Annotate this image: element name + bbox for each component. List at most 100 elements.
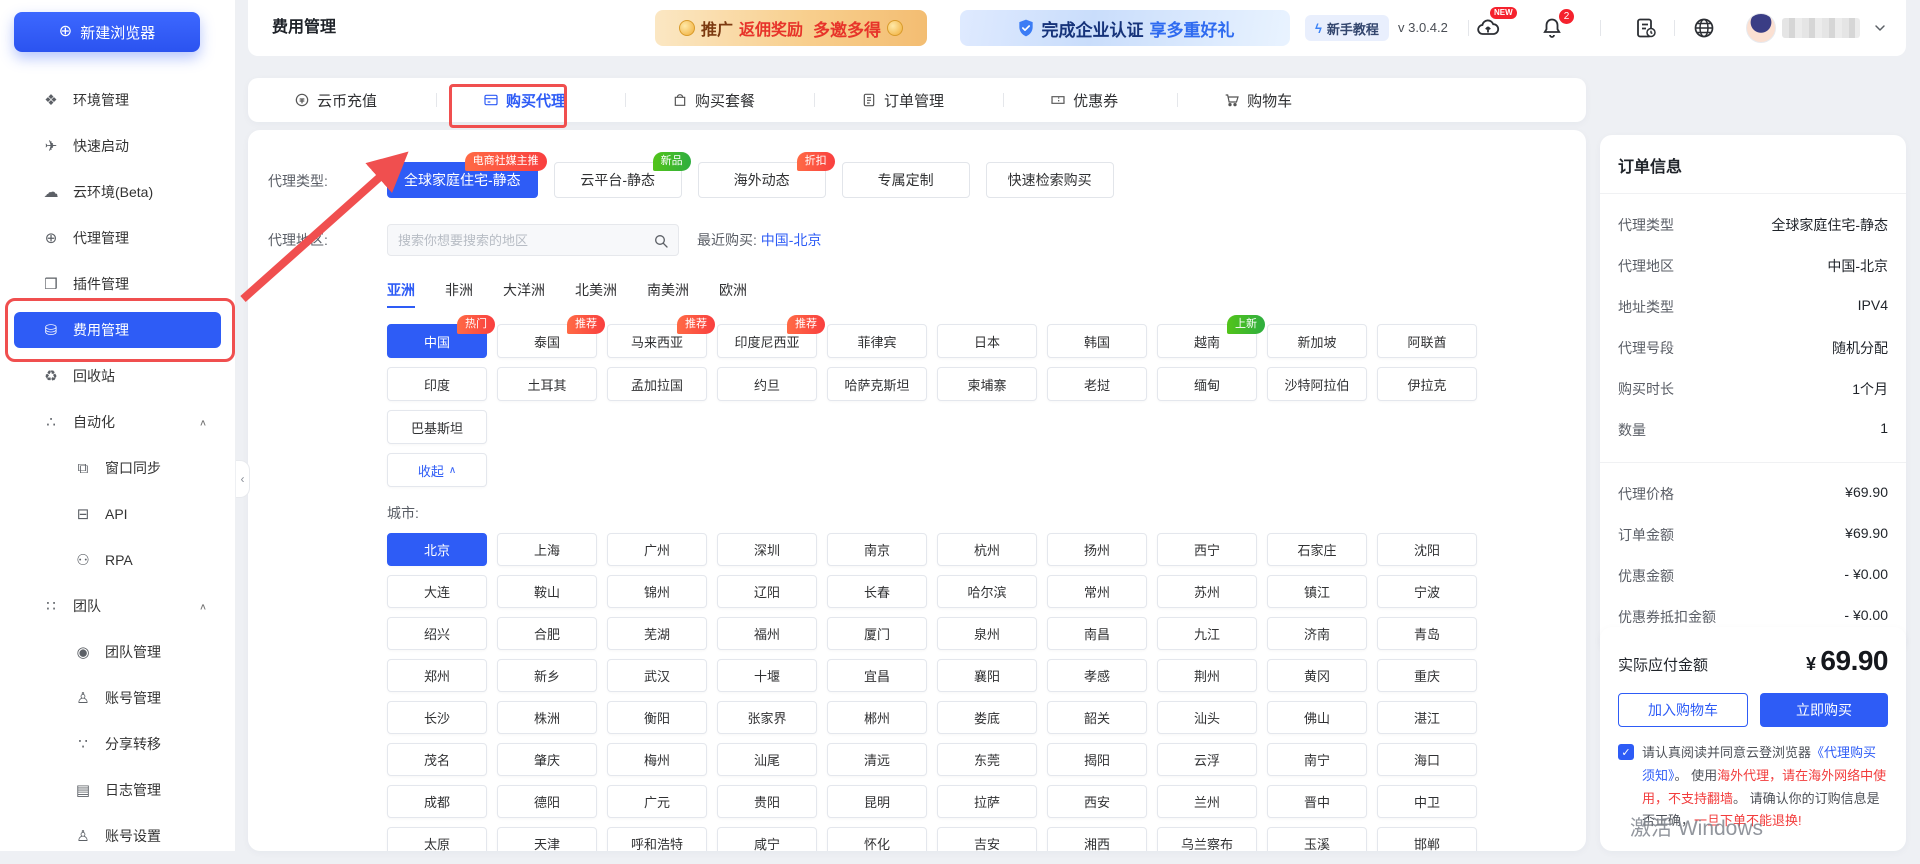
country-button[interactable]: 约旦 [717,367,817,401]
bell-icon[interactable]: 2 [1540,9,1574,42]
country-button[interactable]: 缅甸 [1157,367,1257,401]
enterprise-cert-banner[interactable]: 完成企业认证 享多重好礼 [960,10,1290,46]
city-button[interactable]: 新乡 [497,659,597,692]
city-button[interactable]: 南京 [827,533,927,566]
city-button[interactable]: 鞍山 [497,575,597,608]
sidebar-item[interactable]: ∴ 自动化 ∧ [14,404,221,440]
country-button[interactable]: 泰国 推荐 [497,315,605,358]
city-button[interactable]: 兰州 [1157,785,1257,818]
search-icon[interactable] [653,233,668,248]
log-document-icon[interactable] [1634,14,1662,42]
city-button[interactable]: 孝感 [1047,659,1147,692]
proxy-type-button[interactable]: 云平台-静态 新品 [553,152,691,198]
country-button[interactable]: 菲律宾 [827,324,927,358]
city-button[interactable]: 咸宁 [717,827,817,851]
city-button[interactable]: 郑州 [387,659,487,692]
city-button[interactable]: 南昌 [1047,617,1147,650]
sidebar-item[interactable]: ⛁ 费用管理 [14,312,221,348]
city-button[interactable]: 九江 [1157,617,1257,650]
country-button[interactable]: 孟加拉国 [607,367,707,401]
sidebar-collapse-handle[interactable]: ‹ [236,460,250,498]
city-button[interactable]: 清远 [827,743,927,776]
city-button[interactable]: 泉州 [937,617,1037,650]
region-search-input[interactable] [398,232,653,248]
city-button[interactable]: 佛山 [1267,701,1367,734]
city-button[interactable]: 呼和浩特 [607,827,707,851]
sidebar-item[interactable]: ⚇ RPA [14,542,221,578]
country-button[interactable]: 沙特阿拉伯 [1267,367,1367,401]
new-browser-button[interactable]: ⊕ 新建浏览器 [14,12,200,52]
city-button[interactable]: 汕头 [1157,701,1257,734]
sidebar-item[interactable]: ∷ 团队 ∧ [14,588,221,624]
cloud-upload-icon[interactable]: NEW [1476,7,1517,42]
city-button[interactable]: 乌兰察布 [1157,827,1257,851]
sidebar-item[interactable]: ⊕ 代理管理 [14,220,221,256]
tutorial-button[interactable]: ϟ 新手教程 [1305,15,1389,41]
city-button[interactable]: 辽阳 [717,575,817,608]
city-button[interactable]: 拉萨 [937,785,1037,818]
sidebar-item[interactable]: ▤ 日志管理 [14,772,221,808]
sidebar-item[interactable]: ♻ 回收站 [14,358,221,394]
city-button[interactable]: 荆州 [1157,659,1257,692]
city-button[interactable]: 郴州 [827,701,927,734]
collapse-countries-button[interactable]: 收起 ∧ [387,453,487,487]
city-button[interactable]: 重庆 [1377,659,1477,692]
tab[interactable]: 云币充值 [294,90,483,111]
city-button[interactable]: 太原 [387,827,487,851]
recent-purchase-link[interactable]: 中国-北京 [761,232,822,248]
city-button[interactable]: 南宁 [1267,743,1367,776]
city-button[interactable]: 大连 [387,575,487,608]
city-button[interactable]: 邯郸 [1377,827,1477,851]
continent-tab[interactable]: 非洲 [445,280,473,308]
city-button[interactable]: 沈阳 [1377,533,1477,566]
city-button[interactable]: 海口 [1377,743,1477,776]
city-button[interactable]: 芜湖 [607,617,707,650]
sidebar-item[interactable]: ∵ 分享转移 [14,726,221,762]
country-button[interactable]: 巴基斯坦 [387,410,487,444]
city-button[interactable]: 晋中 [1267,785,1367,818]
city-button[interactable]: 西宁 [1157,533,1257,566]
city-button[interactable]: 镇江 [1267,575,1367,608]
buy-now-button[interactable]: 立即购买 [1760,693,1888,727]
city-button[interactable]: 绍兴 [387,617,487,650]
country-button[interactable]: 哈萨克斯坦 [827,367,927,401]
city-button[interactable]: 扬州 [1047,533,1147,566]
city-button[interactable]: 湛江 [1377,701,1477,734]
sidebar-item[interactable]: ⊟ API [14,496,221,532]
proxy-type-button[interactable]: 海外动态 折扣 [697,152,835,198]
city-button[interactable]: 长春 [827,575,927,608]
city-button[interactable]: 西安 [1047,785,1147,818]
city-button[interactable]: 石家庄 [1267,533,1367,566]
country-button[interactable]: 印度尼西亚 推荐 [717,315,825,358]
city-button[interactable]: 哈尔滨 [937,575,1037,608]
tab[interactable]: 订单管理 [861,90,1050,111]
country-button[interactable]: 马来西亚 推荐 [607,315,715,358]
city-button[interactable]: 梅州 [607,743,707,776]
city-button[interactable]: 张家界 [717,701,817,734]
language-globe-icon[interactable] [1692,14,1720,42]
sidebar-item[interactable]: ❒ 插件管理 [14,266,221,302]
city-button[interactable]: 厦门 [827,617,927,650]
country-button[interactable]: 韩国 [1047,324,1147,358]
city-button[interactable]: 福州 [717,617,817,650]
continent-tab[interactable]: 亚洲 [387,280,415,308]
country-button[interactable]: 土耳其 [497,367,597,401]
country-button[interactable]: 越南 上新 [1157,315,1265,358]
city-button[interactable]: 常州 [1047,575,1147,608]
agreement-checkbox[interactable]: ✓ [1618,744,1634,760]
city-button[interactable]: 合肥 [497,617,597,650]
city-button[interactable]: 深圳 [717,533,817,566]
sidebar-item[interactable]: ♙ 账号管理 [14,680,221,716]
city-button[interactable]: 十堰 [717,659,817,692]
city-button[interactable]: 济南 [1267,617,1367,650]
country-button[interactable]: 中国 热门 [387,315,495,358]
country-button[interactable]: 老挝 [1047,367,1147,401]
country-button[interactable]: 柬埔寨 [937,367,1037,401]
sidebar-item[interactable]: ♙ 账号设置 [14,818,221,854]
continent-tab[interactable]: 北美洲 [575,280,617,308]
city-button[interactable]: 成都 [387,785,487,818]
city-button[interactable]: 株洲 [497,701,597,734]
country-button[interactable]: 新加坡 [1267,324,1367,358]
sidebar-item[interactable]: ✈ 快速启动 [14,128,221,164]
city-button[interactable]: 汕尾 [717,743,817,776]
